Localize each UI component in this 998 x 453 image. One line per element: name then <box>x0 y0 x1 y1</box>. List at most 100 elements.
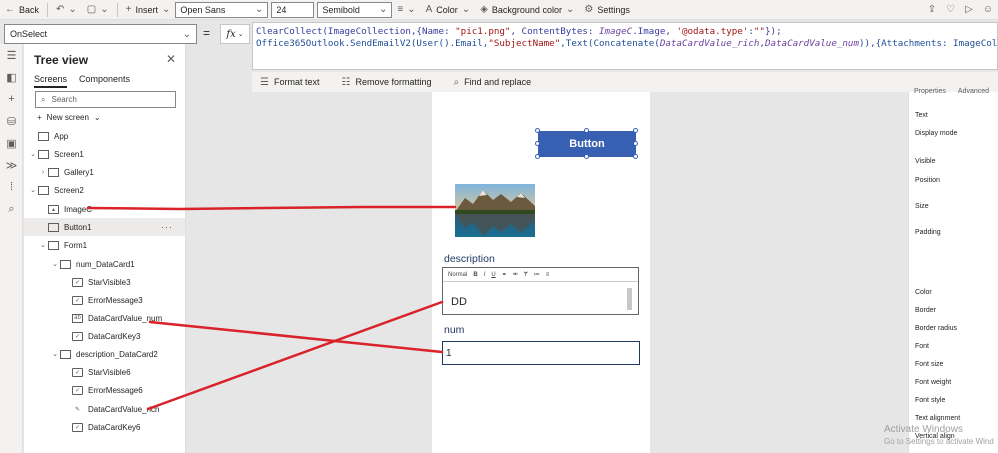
tree-item-app[interactable]: App <box>24 127 185 145</box>
close-icon[interactable]: ✕ <box>166 52 176 66</box>
tab-components[interactable]: Components <box>79 74 130 88</box>
chevron-down-icon: ⌄ <box>52 261 58 268</box>
resize-handle[interactable] <box>584 128 589 133</box>
new-screen-button[interactable]: + New screen ⌄ <box>37 113 101 122</box>
tree-item-starvisible3[interactable]: ✓ StarVisible3 <box>24 273 185 291</box>
unlink-icon[interactable]: ⚮ <box>513 271 518 278</box>
tab-advanced[interactable]: Advanced <box>958 88 989 95</box>
rich-text-editor[interactable]: Normal B I U ⚭ ⚮ Ɏ ≔ ≡ DD <box>442 267 639 315</box>
chevron-down-icon: ⌄ <box>255 4 264 15</box>
back-button[interactable]: ← Back <box>0 1 44 19</box>
background-color-button[interactable]: ◈ Background color ⌄ <box>475 1 579 19</box>
layers-icon[interactable]: ◧ <box>0 66 23 88</box>
user-icon: ☺ <box>982 4 993 15</box>
prop-color[interactable]: Color <box>915 289 932 296</box>
tree-item-datacardvalue-num[interactable]: ab DataCardValue_num <box>24 309 185 327</box>
formula-input[interactable]: ClearCollect(ImageCollection,{Name: "pic… <box>252 22 998 70</box>
prop-display-mode[interactable]: Display mode <box>915 130 957 137</box>
settings-button[interactable]: ⚙ Settings <box>579 1 635 19</box>
resize-handle[interactable] <box>535 128 540 133</box>
insert-icon[interactable]: + <box>0 88 23 110</box>
tree-item-errormessage6[interactable]: ✓ ErrorMessage6 <box>24 381 185 399</box>
image-control[interactable] <box>455 184 535 237</box>
font-weight-select[interactable]: Semibold ⌄ <box>317 1 393 18</box>
tree-item-datacardkey3[interactable]: ✓ DataCardKey3 <box>24 327 185 345</box>
stethoscope-icon: ♡ <box>946 4 956 15</box>
style-select[interactable]: Normal <box>448 272 467 278</box>
tree-item-screen1[interactable]: ⌄ Screen1 <box>24 145 185 163</box>
prop-text[interactable]: Text <box>915 112 928 119</box>
prop-visible[interactable]: Visible <box>915 158 936 165</box>
tree-item-description-datacard2[interactable]: ⌄ description_DataCard2 <box>24 345 185 363</box>
prop-border[interactable]: Border <box>915 307 936 314</box>
tab-screens[interactable]: Screens <box>34 74 68 88</box>
paste-button[interactable]: ▢ ⌄ <box>82 1 114 19</box>
font-color-icon: A <box>425 4 433 15</box>
bold-icon[interactable]: B <box>473 272 477 278</box>
underline-icon[interactable]: U <box>491 272 495 278</box>
search-input[interactable]: ⌕ Search <box>35 91 176 108</box>
data-icon[interactable]: ⛁ <box>0 110 23 132</box>
resize-handle[interactable] <box>584 154 589 159</box>
resize-handle[interactable] <box>633 141 638 146</box>
tree-item-datacardkey6[interactable]: ✓ DataCardKey6 <box>24 418 185 436</box>
resize-handle[interactable] <box>633 154 638 159</box>
clear-format-icon[interactable]: Ɏ <box>524 272 528 278</box>
prop-font-weight[interactable]: Font weight <box>915 379 951 386</box>
tree-item-imagec[interactable]: ▴ ImageC <box>24 200 185 218</box>
prop-size[interactable]: Size <box>915 203 929 210</box>
tree-item-errormessage3[interactable]: ✓ ErrorMessage3 <box>24 291 185 309</box>
media-icon[interactable]: ▣ <box>0 132 23 154</box>
property-select[interactable]: OnSelect ⌄ <box>4 24 197 44</box>
tree-item-num-datacard1[interactable]: ⌄ num_DataCard1 <box>24 255 185 273</box>
resize-handle[interactable] <box>535 154 540 159</box>
tree-item-button1[interactable]: Button1 ··· <box>24 218 185 236</box>
color-button[interactable]: A Color ⌄ <box>421 1 476 19</box>
font-size-input[interactable]: 24 <box>271 1 315 18</box>
undo-button[interactable]: ↶ ⌄ <box>51 1 82 19</box>
align-button[interactable]: ≡ ⌄ <box>392 1 420 19</box>
fx-button[interactable]: fx ⌄ <box>220 24 250 44</box>
resize-handle[interactable] <box>535 141 540 146</box>
share-button[interactable]: ⇪ <box>923 1 941 19</box>
prop-border-radius[interactable]: Border radius <box>915 325 957 332</box>
tree-item-screen2[interactable]: ⌄ Screen2 <box>24 181 185 199</box>
user-button[interactable]: ☺ <box>978 1 998 19</box>
label-icon: ✓ <box>72 277 83 287</box>
format-text-button[interactable]: ☰ Format text <box>260 77 319 88</box>
app-checker-button[interactable]: ♡ <box>941 1 960 19</box>
prop-font[interactable]: Font <box>915 343 929 350</box>
bullet-list-icon[interactable]: ≡ <box>546 272 550 278</box>
font-family-select[interactable]: Open Sans ⌄ <box>175 1 269 18</box>
tab-properties[interactable]: Properties <box>914 88 946 95</box>
play-icon: ▷ <box>965 4 973 15</box>
menu-icon[interactable]: ☰ <box>0 44 23 66</box>
remove-formatting-button[interactable]: ☷ Remove formatting <box>341 77 431 88</box>
label-icon: ✓ <box>72 367 83 377</box>
tree-item-form1[interactable]: ⌄ Form1 <box>24 236 185 254</box>
tree-item-gallery1[interactable]: › Gallery1 <box>24 163 185 181</box>
play-button[interactable]: ▷ <box>960 1 978 19</box>
tree-item-datacardvalue-rich[interactable]: ✎ DataCardValue_rich <box>24 400 185 418</box>
link-icon[interactable]: ⚭ <box>502 271 507 278</box>
search-icon[interactable]: ⌕ <box>0 198 23 220</box>
more-options-icon[interactable]: ··· <box>161 222 173 232</box>
numbered-list-icon[interactable]: ≔ <box>534 271 540 278</box>
tree-view-panel: Tree view ✕ Screens Components ⌕ Search +… <box>24 44 186 453</box>
insert-button[interactable]: + Insert ⌄ <box>121 1 176 19</box>
prop-position[interactable]: Position <box>915 177 940 184</box>
find-replace-button[interactable]: ⌕ Find and replace <box>453 77 531 88</box>
prop-font-size[interactable]: Font size <box>915 361 943 368</box>
properties-pane: Properties Advanced Text Display mode Vi… <box>908 88 998 453</box>
prop-text-alignment[interactable]: Text alignment <box>915 415 960 422</box>
prop-font-style[interactable]: Font style <box>915 397 945 404</box>
variables-icon[interactable]: ⁞ <box>0 176 23 198</box>
num-text-input[interactable]: 1 <box>442 341 640 365</box>
power-automate-icon[interactable]: ≫ <box>0 154 23 176</box>
scrollbar[interactable] <box>627 288 632 310</box>
watermark-line-2: Go to Settings to activate Wind <box>884 437 994 446</box>
italic-icon[interactable]: I <box>484 272 486 278</box>
resize-handle[interactable] <box>633 128 638 133</box>
prop-padding[interactable]: Padding <box>915 229 941 236</box>
tree-item-starvisible6[interactable]: ✓ StarVisible6 <box>24 363 185 381</box>
